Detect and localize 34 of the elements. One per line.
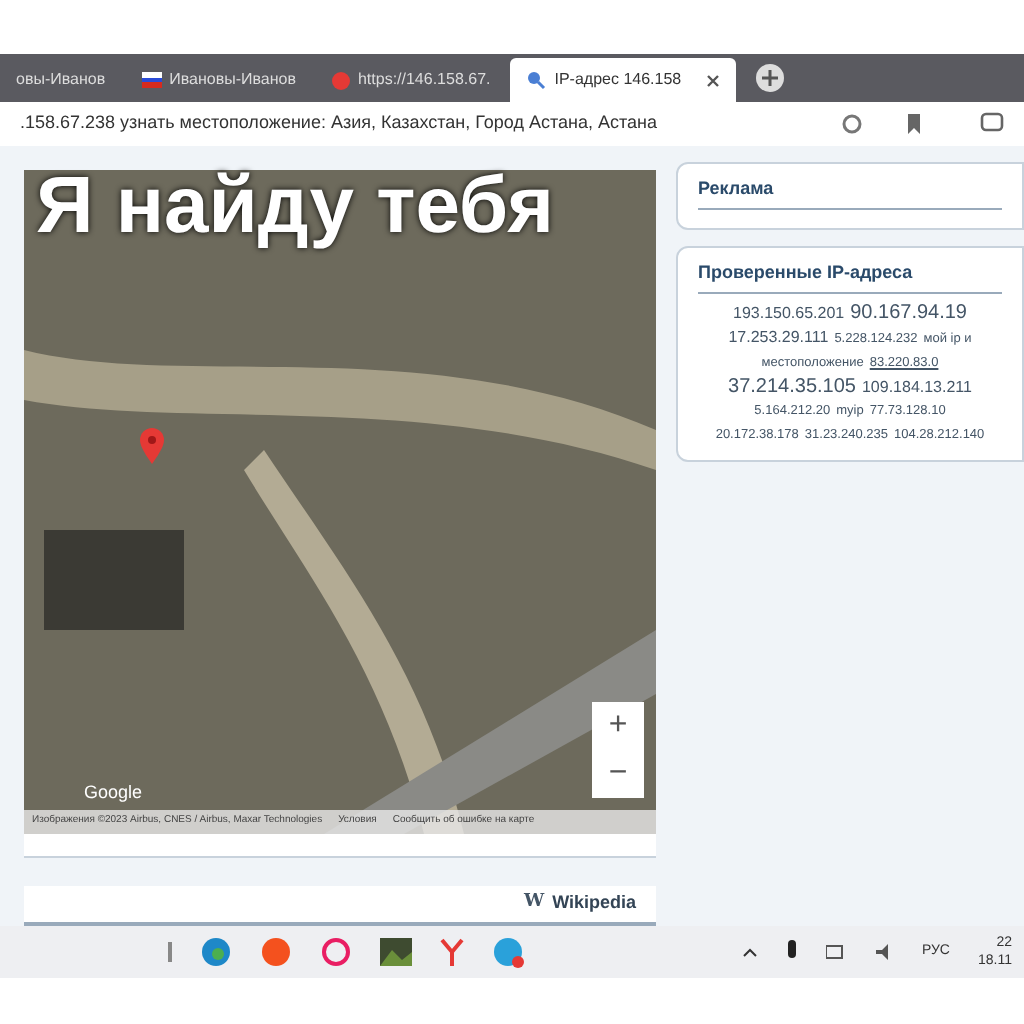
- extension-icon[interactable]: [840, 112, 864, 136]
- chat-icon[interactable]: [980, 112, 1004, 136]
- wikipedia-link[interactable]: Wikipedia: [552, 890, 636, 918]
- y-app-icon[interactable]: [440, 938, 464, 966]
- location-pin-icon: [138, 426, 166, 466]
- ip-address: 17.253.29.111: [728, 325, 829, 349]
- ip-address: 37.214.35.105: [728, 375, 856, 399]
- map-logo: Google: [84, 779, 143, 806]
- edge-app-icon[interactable]: [200, 936, 232, 968]
- wikipedia-logo: W: [523, 890, 545, 917]
- network-icon[interactable]: [825, 942, 846, 962]
- caption-text: Я найду тебя: [36, 166, 554, 246]
- new-tab-icon[interactable]: [755, 64, 784, 92]
- address-bar[interactable]: .158.67.238 узнать местоположение: Азия, Казахстан, Город Астана, Астана: [20, 110, 824, 138]
- zoom-in-button[interactable]: +: [592, 702, 644, 750]
- panel-title: Реклама: [698, 176, 1002, 209]
- telegram-app-icon[interactable]: [492, 936, 524, 968]
- browser-tab[interactable]: IP-адрес 146.158: [510, 58, 736, 102]
- circle-app-icon[interactable]: [320, 936, 352, 968]
- ip-address: 193.150.65.201: [733, 301, 845, 325]
- ip-address: 90.167.94.19: [850, 301, 967, 325]
- bookmark-icon[interactable]: [904, 112, 924, 136]
- flag-icon: [141, 72, 162, 88]
- zoom-out-button[interactable]: −: [592, 750, 644, 798]
- browser-app-icon[interactable]: [260, 936, 292, 968]
- microphone-icon[interactable]: [785, 940, 798, 964]
- ip-address: 109.184.13.211: [861, 375, 972, 399]
- close-icon[interactable]: [705, 73, 720, 87]
- search-icon: [526, 70, 547, 90]
- circle-icon: [331, 71, 350, 89]
- panel-title: Проверенные IP-адреса: [698, 260, 1002, 293]
- chevron-up-icon[interactable]: [741, 946, 758, 958]
- speaker-icon[interactable]: [873, 942, 894, 962]
- photo-app-icon[interactable]: [380, 938, 412, 966]
